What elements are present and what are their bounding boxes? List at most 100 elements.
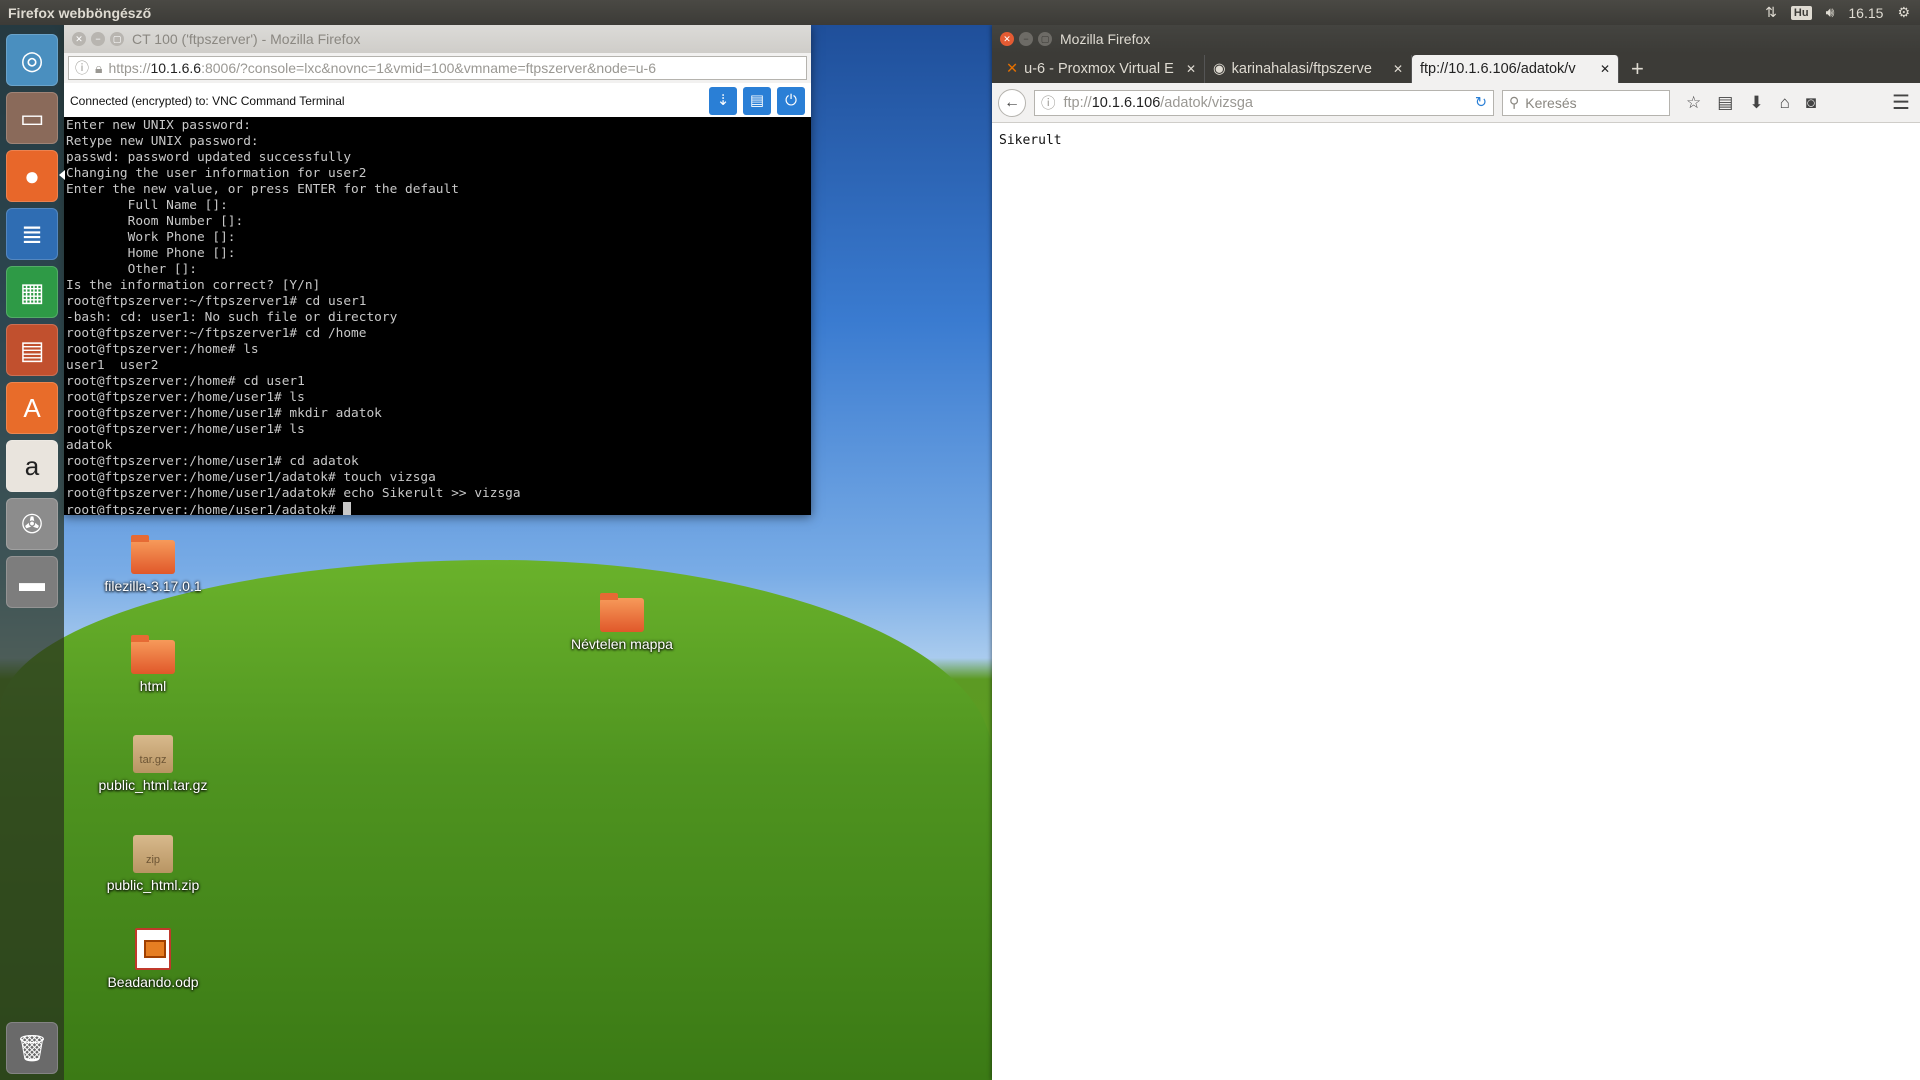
close-tab-icon[interactable]: ✕ bbox=[1393, 62, 1403, 76]
files-icon[interactable]: ▭ bbox=[6, 92, 58, 144]
minimize-icon[interactable]: − bbox=[1019, 32, 1033, 46]
archive-icon: zip bbox=[133, 835, 173, 873]
terminal-line: Work Phone []: bbox=[66, 230, 236, 245]
navigation-toolbar: ← ⓘ ftp://10.1.6.106/adatok/vizsga ↻ ⚲ K… bbox=[992, 83, 1920, 123]
downloads-icon[interactable]: ⬇ bbox=[1749, 93, 1763, 113]
terminal-line: adatok bbox=[66, 438, 113, 453]
terminal-line: root@ftpszerver:/home/user1/adatok# echo… bbox=[66, 486, 521, 501]
maximize-icon[interactable]: ▢ bbox=[1038, 32, 1052, 46]
toolbar-icons: ☆ ▤ ⬇ ⌂ ◙ bbox=[1686, 93, 1816, 113]
terminal-line: Full Name []: bbox=[66, 198, 228, 213]
dash-home-icon[interactable]: ◎ bbox=[6, 34, 58, 86]
tab-github[interactable]: ◉ karinahalasi/ftpszerve ✕ bbox=[1205, 55, 1412, 83]
software-center-icon[interactable]: A bbox=[6, 382, 58, 434]
menu-icon[interactable]: ☰ bbox=[1892, 90, 1910, 115]
indicator-area: ⇅ Hu 🔊︎ 16.15 ⚙ bbox=[1765, 4, 1920, 21]
page-content: Sikerult bbox=[992, 123, 1920, 158]
terminal-line: Home Phone []: bbox=[66, 246, 236, 261]
trash-icon[interactable]: 🗑︎ bbox=[6, 1022, 58, 1074]
network-icon[interactable]: ⇅ bbox=[1765, 4, 1777, 21]
tab-bar: ✕ u-6 - Proxmox Virtual E ✕ ◉ karinahala… bbox=[992, 53, 1920, 83]
writer-icon[interactable]: ≣ bbox=[6, 208, 58, 260]
firefox-icon[interactable]: ● bbox=[6, 150, 65, 202]
terminal-line: Changing the user information for user2 bbox=[66, 166, 367, 181]
home-icon[interactable]: ⌂ bbox=[1780, 93, 1790, 113]
close-icon[interactable]: ✕ bbox=[1000, 32, 1014, 46]
desktop-icon-filezilla[interactable]: filezilla-3.17.0.1 bbox=[88, 535, 218, 594]
reload-icon[interactable]: ↻ bbox=[1475, 95, 1487, 111]
keyboard-layout-indicator[interactable]: Hu bbox=[1790, 5, 1812, 20]
clipboard-icon[interactable]: ▤ bbox=[743, 87, 771, 115]
terminal-line: passwd: password updated successfully bbox=[66, 150, 352, 165]
terminal-line: Room Number []: bbox=[66, 214, 244, 229]
active-app-arrow bbox=[59, 170, 65, 180]
terminal-cursor bbox=[343, 502, 352, 515]
tab-ftp[interactable]: ftp://10.1.6.106/adatok/v ✕ bbox=[1412, 55, 1619, 83]
bookmark-star-icon[interactable]: ☆ bbox=[1686, 93, 1701, 113]
terminal-line: root@ftpszerver:/home/user1# cd adatok bbox=[66, 454, 359, 469]
file-content-text: Sikerult bbox=[999, 133, 1062, 148]
close-tab-icon[interactable]: ✕ bbox=[1600, 62, 1610, 76]
terminal-prompt: root@ftpszerver:/home/user1/adatok# bbox=[66, 503, 344, 515]
desktop-icon-beadando[interactable]: Beadando.odp bbox=[88, 928, 218, 990]
info-icon[interactable]: ⓘ bbox=[1041, 92, 1056, 113]
new-tab-icon[interactable]: + bbox=[1619, 55, 1656, 83]
url-rest: :8006/?console=lxc&novnc=1&vmid=100&vmna… bbox=[201, 60, 656, 76]
desktop-icon-public-html-zip[interactable]: zip public_html.zip bbox=[88, 835, 218, 893]
terminal-line: user1 user2 bbox=[66, 358, 159, 373]
proxmox-icon: ✕ bbox=[1006, 61, 1019, 77]
send-keys-icon[interactable]: ⇣ bbox=[709, 87, 737, 115]
search-box[interactable]: ⚲ Keresés bbox=[1502, 89, 1670, 116]
terminal-line: Enter the new value, or press ENTER for … bbox=[66, 182, 459, 197]
info-icon[interactable]: ⓘ bbox=[75, 58, 89, 78]
desktop-icon-nevtelen-mappa[interactable]: Névtelen mappa bbox=[557, 593, 687, 652]
folder-icon bbox=[131, 535, 175, 574]
reading-list-icon[interactable]: ▤ bbox=[1717, 93, 1733, 113]
disk-icon[interactable]: ▬ bbox=[6, 556, 58, 608]
url-host: 10.1.6.6 bbox=[150, 60, 202, 76]
clock[interactable]: 16.15 bbox=[1848, 5, 1883, 21]
back-arrow-icon[interactable]: ← bbox=[998, 88, 1026, 117]
calc-icon[interactable]: ▦ bbox=[6, 266, 58, 318]
top-panel: Firefox webböngésző ⇅ Hu 🔊︎ 16.15 ⚙ bbox=[0, 0, 1920, 25]
terminal-line: root@ftpszerver:/home/user1# mkdir adato… bbox=[66, 406, 382, 421]
url-host: 10.1.6.106 bbox=[1091, 94, 1161, 111]
url-rest: /adatok/vizsga bbox=[1160, 94, 1253, 111]
desktop-icon-label: Beadando.odp bbox=[107, 974, 199, 990]
maximize-icon[interactable]: ▢ bbox=[110, 32, 124, 46]
close-icon[interactable]: ✕ bbox=[72, 32, 86, 46]
impress-icon[interactable]: ▤ bbox=[6, 324, 58, 376]
terminal-line: Other []: bbox=[66, 262, 197, 277]
settings-icon[interactable]: ✇ bbox=[6, 498, 58, 550]
window-titlebar[interactable]: ✕ − ▢ Mozilla Firefox bbox=[992, 25, 1920, 53]
terminal-line: root@ftpszerver:/home/user1/adatok# touc… bbox=[66, 470, 436, 485]
amazon-icon[interactable]: a bbox=[6, 440, 58, 492]
power-icon[interactable]: ⏻ bbox=[777, 87, 805, 115]
terminal-line: root@ftpszerver:~/ftpszerver1# cd /home bbox=[66, 326, 367, 341]
terminal-console[interactable]: Enter new UNIX password: Retype new UNIX … bbox=[64, 117, 811, 515]
gear-icon[interactable]: ⚙ bbox=[1897, 4, 1910, 21]
window-title: CT 100 ('ftpszerver') - Mozilla Firefox bbox=[132, 31, 361, 47]
address-bar[interactable]: ⓘ 🔒︎ https://10.1.6.6:8006/?console=lxc&… bbox=[68, 56, 807, 80]
pocket-icon[interactable]: ◙ bbox=[1806, 93, 1816, 113]
desktop-icon-html[interactable]: html bbox=[88, 635, 218, 694]
volume-icon[interactable]: 🔊︎ bbox=[1826, 4, 1835, 21]
tab-label: ftp://10.1.6.106/adatok/v bbox=[1420, 61, 1576, 77]
tab-label: karinahalasi/ftpszerve bbox=[1231, 61, 1372, 77]
presentation-file-icon bbox=[135, 928, 171, 970]
terminal-line: root@ftpszerver:/home# ls bbox=[66, 342, 259, 357]
vnc-browser-window: ✕ − ▢ CT 100 ('ftpszerver') - Mozilla Fi… bbox=[64, 25, 811, 515]
terminal-line: root@ftpszerver:/home# cd user1 bbox=[66, 374, 305, 389]
desktop-icon-label: public_html.zip bbox=[106, 877, 200, 893]
window-titlebar[interactable]: ✕ − ▢ CT 100 ('ftpszerver') - Mozilla Fi… bbox=[64, 25, 811, 53]
url-row: ⓘ 🔒︎ https://10.1.6.6:8006/?console=lxc&… bbox=[64, 53, 811, 83]
tab-proxmox[interactable]: ✕ u-6 - Proxmox Virtual E ✕ bbox=[998, 55, 1205, 83]
archive-icon: tar.gz bbox=[133, 735, 173, 773]
github-icon: ◉ bbox=[1213, 61, 1226, 77]
close-tab-icon[interactable]: ✕ bbox=[1186, 62, 1196, 76]
minimize-icon[interactable]: − bbox=[91, 32, 105, 46]
folder-icon bbox=[131, 635, 175, 674]
desktop-icon-public-html-tar[interactable]: tar.gz public_html.tar.gz bbox=[88, 735, 218, 793]
folder-icon bbox=[600, 593, 644, 632]
address-bar[interactable]: ⓘ ftp://10.1.6.106/adatok/vizsga ↻ bbox=[1034, 89, 1494, 116]
